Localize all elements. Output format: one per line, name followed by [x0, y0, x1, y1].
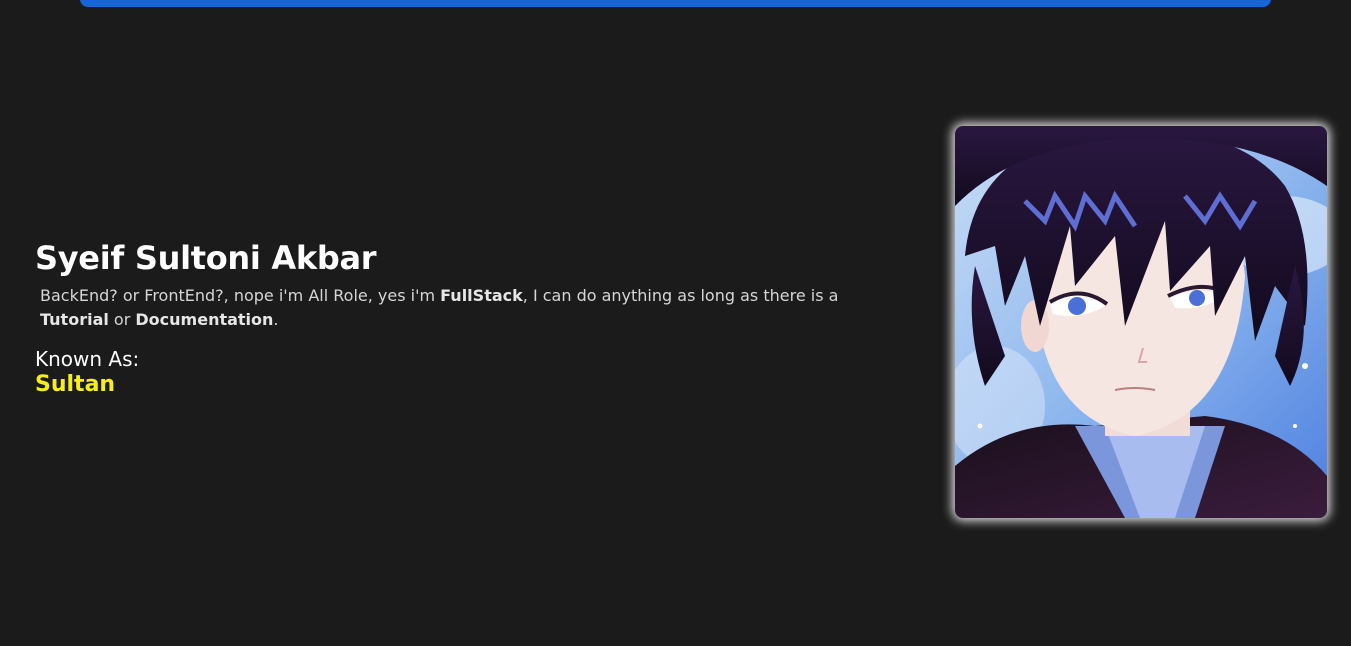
bio-text: BackEnd? or FrontEnd?, nope i'm All Role…	[40, 286, 441, 305]
top-nav-bar	[80, 0, 1271, 7]
profile-section: Syeif Sultoni Akbar BackEnd? or FrontEnd…	[35, 236, 895, 398]
known-as-value: Sultan	[35, 372, 116, 397]
known-as-label: Known As:	[35, 347, 140, 371]
bio-highlight-documentation: Documentation	[135, 310, 274, 329]
profile-bio: BackEnd? or FrontEnd?, nope i'm All Role…	[40, 284, 880, 332]
profile-name: Syeif Sultoni Akbar	[35, 239, 377, 277]
bio-highlight-tutorial: Tutorial	[40, 310, 109, 329]
bio-text: .	[273, 310, 279, 329]
profile-avatar	[955, 126, 1327, 518]
bio-text: or	[108, 310, 136, 329]
bio-highlight-fullstack: FullStack	[440, 286, 523, 305]
anime-character-avatar-icon	[955, 126, 1327, 518]
bio-text: , I can do anything as long as there is …	[522, 286, 839, 305]
